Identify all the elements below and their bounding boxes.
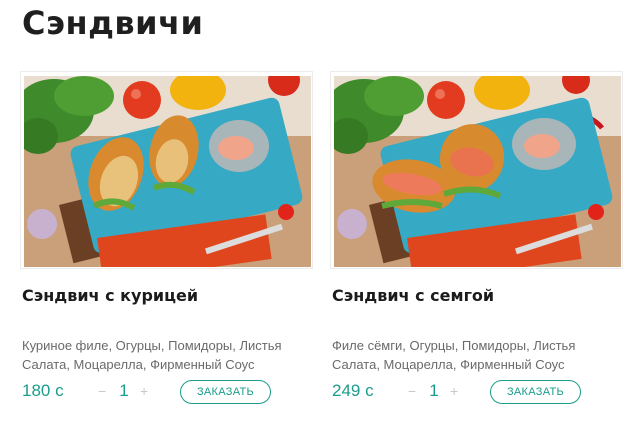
product-title: Сэндвич с семгой: [332, 286, 495, 305]
product-card-salmon-sandwich: Сэндвич с семгой Филе сёмги, Огурцы, Пом…: [330, 71, 623, 411]
product-description: Филе сёмги, Огурцы, Помидоры, Листья Сал…: [332, 338, 576, 372]
product-card-chicken-sandwich: Сэндвич с курицей Куриное филе, Огурцы, …: [20, 71, 313, 411]
decrease-quantity-button[interactable]: −: [98, 383, 106, 399]
product-photo-frame: [20, 71, 313, 269]
product-price: 249 с: [332, 381, 374, 400]
product-title: Сэндвич с курицей: [22, 286, 199, 305]
page-title: Сэндвичи: [22, 4, 204, 42]
product-photo[interactable]: [24, 76, 311, 267]
decrease-quantity-button[interactable]: −: [408, 383, 416, 399]
product-price: 180 с: [22, 381, 64, 400]
product-photo-frame: [330, 71, 623, 269]
quantity-stepper: − 1 +: [408, 381, 460, 403]
increase-quantity-button[interactable]: +: [140, 383, 148, 399]
quantity-stepper: − 1 +: [98, 381, 150, 403]
increase-quantity-button[interactable]: +: [450, 383, 458, 399]
order-button[interactable]: ЗАКАЗАТЬ: [180, 380, 271, 404]
product-description: Куриное филе, Огурцы, Помидоры, Листья С…: [22, 338, 282, 372]
quantity-value: 1: [429, 381, 439, 400]
order-button[interactable]: ЗАКАЗАТЬ: [490, 380, 581, 404]
quantity-value: 1: [119, 381, 129, 400]
product-photo[interactable]: [334, 76, 621, 267]
